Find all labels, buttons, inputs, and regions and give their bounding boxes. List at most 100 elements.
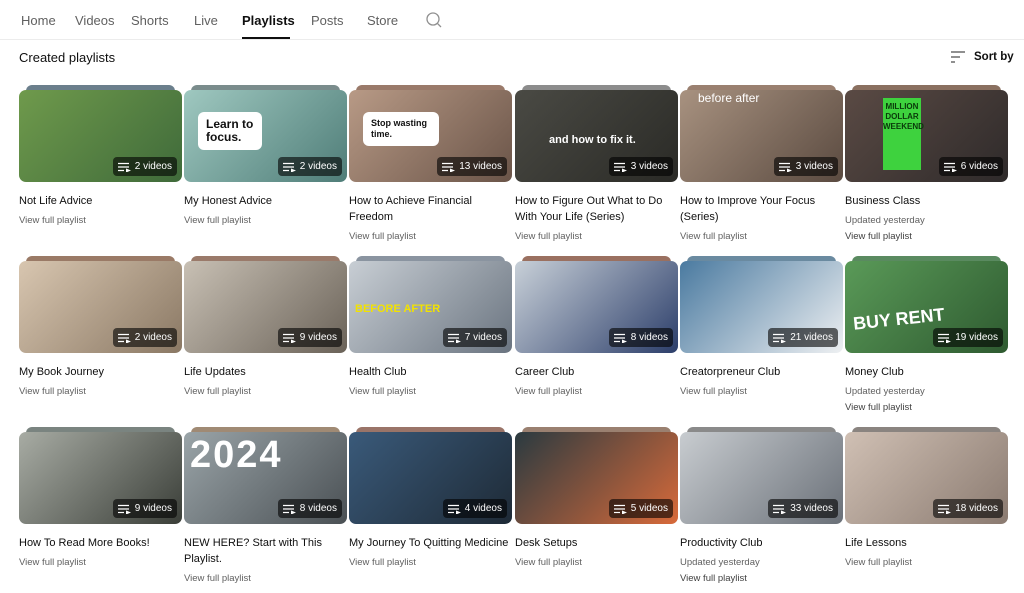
search-button[interactable] — [424, 10, 444, 30]
playlist-title[interactable]: Creatorpreneur Club — [680, 365, 843, 381]
view-full-playlist-link[interactable]: View full playlist — [184, 572, 251, 586]
view-full-playlist-link[interactable]: View full playlist — [19, 214, 86, 228]
view-full-playlist-link[interactable]: View full playlist — [680, 230, 747, 244]
tab-playlists[interactable]: Playlists — [242, 13, 295, 28]
playlist-icon — [613, 333, 627, 343]
view-full-playlist-link[interactable]: View full playlist — [845, 556, 912, 570]
playlist-thumbnail[interactable]: 33 videos — [680, 432, 843, 524]
thumbnail-overlay-text: Learn to focus. — [198, 112, 262, 150]
view-full-playlist-link[interactable]: View full playlist — [349, 230, 416, 244]
playlist-title[interactable]: Business Class — [845, 194, 1008, 210]
view-full-playlist-link[interactable]: View full playlist — [349, 556, 416, 570]
playlist-icon — [613, 504, 627, 514]
playlist-icon — [282, 504, 296, 514]
view-full-playlist-link[interactable]: View full playlist — [515, 385, 582, 399]
playlist-thumbnail[interactable]: 2 videos — [19, 90, 182, 182]
playlist-icon — [773, 333, 787, 343]
video-count: 13 videos — [459, 161, 502, 172]
view-full-playlist-link[interactable]: View full playlist — [184, 214, 251, 228]
thumbnail-overlay-text: 2024 — [190, 434, 283, 476]
playlist-title[interactable]: How to Figure Out What to Do With Your L… — [515, 194, 678, 225]
playlist-title[interactable]: NEW HERE? Start with This Playlist. — [184, 536, 347, 567]
playlist-thumbnail[interactable]: Learn to focus. 2 videos — [184, 90, 347, 182]
playlist-title[interactable]: Desk Setups — [515, 536, 678, 552]
playlist-title[interactable]: How to Achieve Financial Freedom — [349, 194, 512, 225]
playlist-thumbnail[interactable]: 2024 8 videos — [184, 432, 347, 524]
playlist-thumbnail[interactable]: MILLION DOLLAR WEEKEND 6 videos — [845, 90, 1008, 182]
playlist-thumbnail[interactable]: 2 videos — [19, 261, 182, 353]
playlist-thumbnail[interactable]: 4 videos — [349, 432, 512, 524]
active-tab-indicator — [242, 37, 290, 39]
playlist-thumbnail[interactable]: 9 videos — [184, 261, 347, 353]
video-count-badge: 9 videos — [112, 499, 177, 518]
playlist-icon — [117, 162, 131, 172]
thumbnail-overlay-text: BEFORE AFTER — [355, 303, 441, 315]
playlist-title[interactable]: Health Club — [349, 365, 512, 381]
playlist-thumbnail[interactable]: 8 videos — [515, 261, 678, 353]
playlist-title[interactable]: How To Read More Books! — [19, 536, 182, 552]
video-count: 21 videos — [790, 332, 833, 343]
view-full-playlist-link[interactable]: View full playlist — [19, 556, 86, 570]
video-count: 2 videos — [134, 161, 172, 172]
playlist-title[interactable]: Not Life Advice — [19, 194, 182, 210]
view-full-playlist-link[interactable]: View full playlist — [680, 572, 747, 586]
playlist-title[interactable]: Life Updates — [184, 365, 347, 381]
view-full-playlist-link[interactable]: View full playlist — [515, 230, 582, 244]
playlist-icon — [938, 504, 952, 514]
tab-posts[interactable]: Posts — [311, 13, 344, 28]
video-count-badge: 2 videos — [112, 157, 177, 176]
tab-store[interactable]: Store — [367, 13, 398, 28]
playlist-icon — [938, 333, 952, 343]
playlist-updated: Updated yesterday — [845, 386, 925, 397]
playlist-icon — [447, 333, 461, 343]
playlist-title[interactable]: My Book Journey — [19, 365, 182, 381]
playlist-title[interactable]: Career Club — [515, 365, 678, 381]
tab-home[interactable]: Home — [21, 13, 56, 28]
playlist-icon — [773, 504, 787, 514]
view-full-playlist-link[interactable]: View full playlist — [19, 385, 86, 399]
playlist-thumbnail[interactable]: BEFORE AFTER 7 videos — [349, 261, 512, 353]
video-count-badge: 4 videos — [442, 499, 507, 518]
video-count-badge: 18 videos — [933, 499, 1003, 518]
video-count: 18 videos — [955, 503, 998, 514]
video-count-badge: 2 videos — [112, 328, 177, 347]
playlist-thumbnail[interactable]: and how to fix it. 3 videos — [515, 90, 678, 182]
playlist-icon — [442, 162, 456, 172]
playlist-thumbnail[interactable]: Stop wasting time. 13 videos — [349, 90, 512, 182]
playlist-thumbnail[interactable]: 9 videos — [19, 432, 182, 524]
tab-shorts[interactable]: Shorts — [131, 13, 169, 28]
video-count: 8 videos — [630, 332, 668, 343]
playlist-thumbnail[interactable]: 21 videos — [680, 261, 843, 353]
playlist-thumbnail[interactable]: BUY RENT 19 videos — [845, 261, 1008, 353]
tab-videos[interactable]: Videos — [75, 13, 115, 28]
video-count-badge: 5 videos — [608, 499, 673, 518]
playlist-title[interactable]: Productivity Club — [680, 536, 843, 552]
playlist-icon — [117, 333, 131, 343]
playlist-title[interactable]: My Journey To Quitting Medicine — [349, 536, 512, 552]
playlist-title[interactable]: Money Club — [845, 365, 1008, 381]
video-count-badge: 3 videos — [608, 157, 673, 176]
playlist-thumbnail[interactable]: 5 videos — [515, 432, 678, 524]
video-count-badge: 8 videos — [608, 328, 673, 347]
playlist-title[interactable]: How to Improve Your Focus (Series) — [680, 194, 843, 225]
tab-live[interactable]: Live — [194, 13, 218, 28]
view-full-playlist-link[interactable]: View full playlist — [845, 401, 912, 415]
view-full-playlist-link[interactable]: View full playlist — [349, 385, 416, 399]
playlist-thumbnail[interactable]: 18 videos — [845, 432, 1008, 524]
video-count: 4 videos — [464, 503, 502, 514]
video-count-badge: 2 videos — [277, 157, 342, 176]
video-count: 2 videos — [299, 161, 337, 172]
playlist-title[interactable]: Life Lessons — [845, 536, 1008, 552]
playlist-title[interactable]: My Honest Advice — [184, 194, 347, 210]
video-count: 8 videos — [299, 503, 337, 514]
view-full-playlist-link[interactable]: View full playlist — [680, 385, 747, 399]
sort-by-button[interactable]: Sort by — [950, 48, 1014, 66]
view-full-playlist-link[interactable]: View full playlist — [515, 556, 582, 570]
playlist-thumbnail[interactable]: before after 3 videos — [680, 90, 843, 182]
video-count: 3 videos — [795, 161, 833, 172]
view-full-playlist-link[interactable]: View full playlist — [845, 230, 912, 244]
video-count-badge: 21 videos — [768, 328, 838, 347]
view-full-playlist-link[interactable]: View full playlist — [184, 385, 251, 399]
video-count-badge: 13 videos — [437, 157, 507, 176]
thumbnail-overlay-text: before after — [698, 91, 760, 105]
